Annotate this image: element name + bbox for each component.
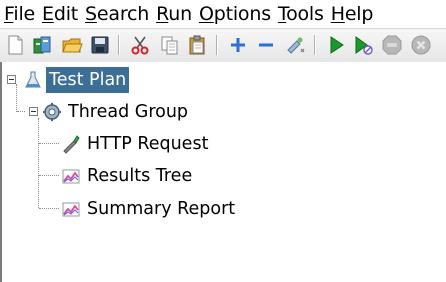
tree-node-summary-report[interactable]: Summary Report — [61, 195, 238, 223]
menu-file[interactable]: File — [0, 0, 38, 28]
menu-edit-mnemonic: E — [42, 3, 54, 25]
tree-connector — [39, 143, 59, 144]
shutdown-button[interactable] — [410, 34, 432, 56]
start-no-pause-icon — [355, 36, 373, 55]
tree-node-http-request[interactable]: HTTP Request — [61, 130, 211, 158]
menu-edit-label: dit — [53, 3, 79, 25]
menu-edit[interactable]: Edit — [38, 0, 81, 28]
cut-button[interactable] — [129, 34, 151, 56]
open-icon — [62, 38, 83, 53]
open-button[interactable] — [61, 34, 83, 56]
menu-file-label: ile — [13, 3, 36, 25]
toolbar-separator — [216, 35, 218, 55]
toolbar-separator — [314, 35, 316, 55]
new-icon — [8, 35, 23, 55]
menu-tools-label: ools — [286, 3, 324, 25]
toolbar — [0, 28, 446, 63]
start-button[interactable] — [325, 34, 347, 56]
menu-help-mnemonic: H — [330, 3, 345, 25]
tree-node-test-plan[interactable]: Test Plan — [23, 66, 130, 94]
tree-node-label: HTTP Request — [87, 134, 209, 154]
tree-connector — [38, 118, 39, 208]
results-tree-icon — [61, 166, 81, 186]
templates-button[interactable] — [31, 34, 53, 56]
save-button[interactable] — [89, 34, 111, 56]
tree-connector — [16, 84, 17, 112]
start-no-pause-button[interactable] — [352, 34, 374, 56]
shutdown-icon — [411, 35, 431, 55]
collapse-test-plan-toggle[interactable] — [7, 75, 16, 84]
menu-help[interactable]: Help — [327, 0, 377, 28]
test-plan-tree[interactable]: Test Plan Thread Group HTTP Request Resu… — [0, 62, 446, 282]
menu-run[interactable]: Run — [152, 0, 195, 28]
copy-button[interactable] — [159, 34, 181, 56]
tree-node-thread-group[interactable]: Thread Group — [42, 98, 191, 126]
tree-connector — [17, 111, 25, 112]
expand-button[interactable] — [227, 34, 249, 56]
menu-options[interactable]: Options — [195, 0, 274, 28]
tree-connector — [39, 175, 59, 176]
toolbar-separator — [118, 35, 120, 55]
tree-node-label: Results Tree — [87, 166, 193, 186]
toggle-button[interactable] — [284, 34, 306, 56]
menu-bar: File Edit Search Run Options Tools Help — [0, 0, 446, 28]
collapse-icon — [259, 43, 273, 47]
expand-icon — [231, 38, 245, 52]
tree-node-label: Thread Group — [68, 102, 189, 122]
menu-search[interactable]: Search — [81, 0, 152, 28]
menu-search-label: earch — [96, 3, 150, 25]
paste-button[interactable] — [187, 34, 209, 56]
summary-report-icon — [61, 199, 81, 219]
stop-button[interactable] — [381, 34, 403, 56]
tree-connector — [39, 208, 59, 209]
tree-node-results-tree[interactable]: Results Tree — [61, 162, 195, 190]
toggle-icon — [287, 37, 305, 54]
menu-run-mnemonic: R — [156, 3, 169, 25]
collapse-button[interactable] — [255, 34, 277, 56]
menu-run-label: un — [168, 3, 192, 25]
menu-options-mnemonic: O — [198, 3, 214, 25]
test-plan-icon — [23, 70, 43, 90]
tree-node-label: Summary Report — [87, 199, 236, 219]
thread-group-icon — [42, 102, 62, 122]
menu-options-label: ptions — [213, 3, 271, 25]
menu-help-label: elp — [344, 3, 374, 25]
copy-icon — [161, 36, 178, 55]
menu-tools[interactable]: Tools — [274, 0, 327, 28]
start-icon — [330, 36, 344, 54]
collapse-thread-group-toggle[interactable] — [29, 107, 38, 116]
menu-file-mnemonic: F — [4, 3, 14, 25]
tree-node-label: Test Plan — [46, 67, 130, 93]
stop-icon — [382, 35, 402, 55]
menu-tools-mnemonic: T — [277, 3, 287, 25]
http-request-icon — [61, 134, 81, 154]
new-button[interactable] — [4, 34, 26, 56]
paste-icon — [189, 35, 205, 55]
menu-search-mnemonic: S — [85, 3, 97, 25]
templates-icon — [33, 36, 51, 54]
cut-icon — [131, 36, 149, 55]
save-icon — [91, 36, 109, 54]
